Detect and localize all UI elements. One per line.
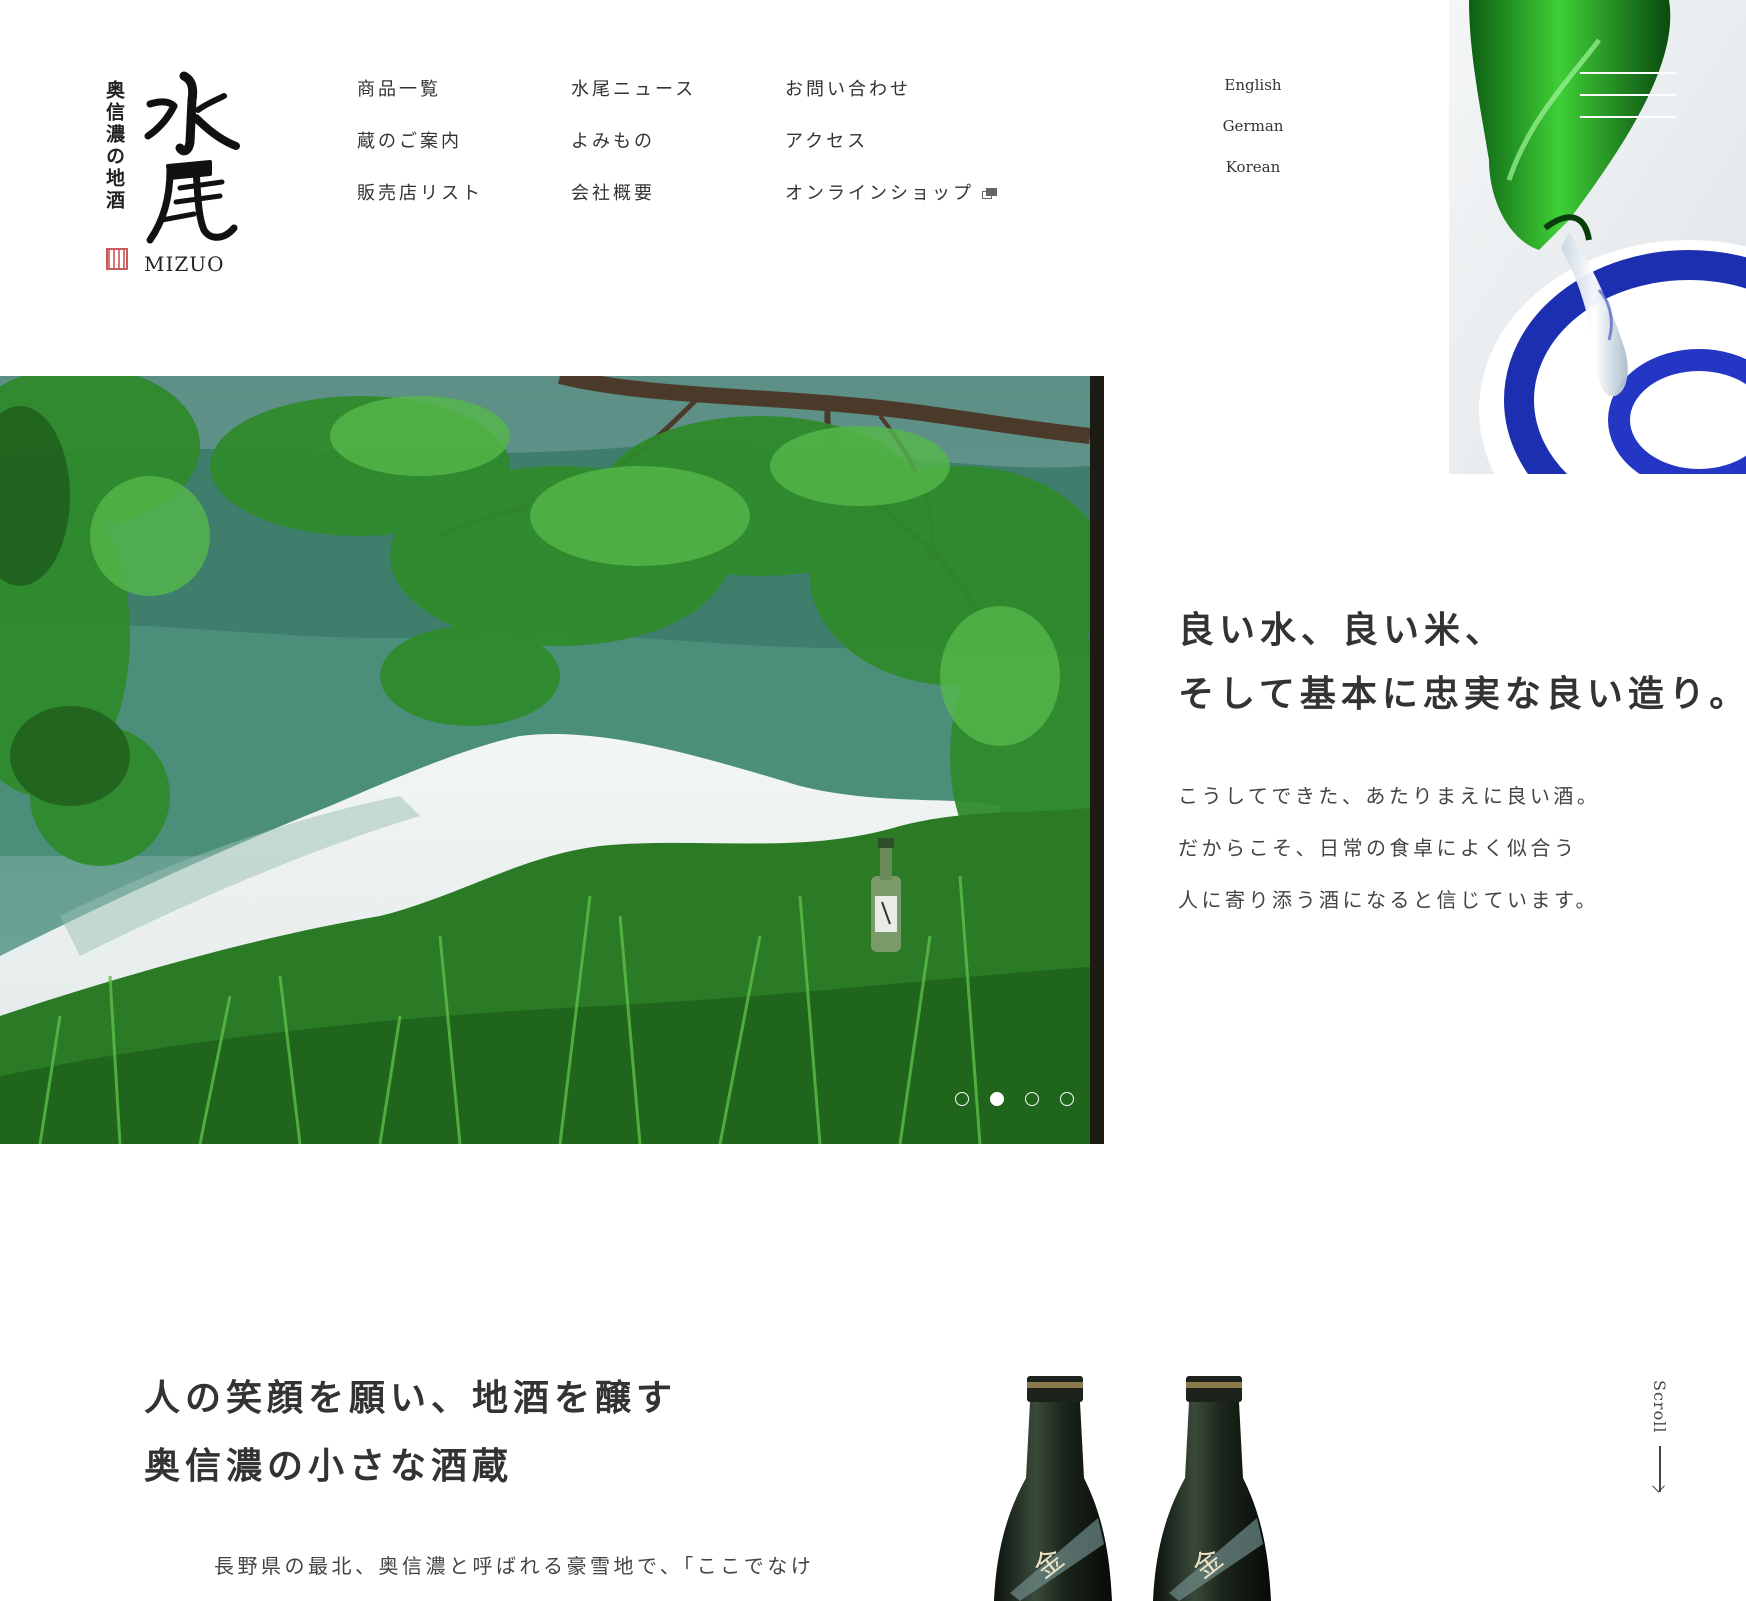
logo-tagline: 奥信濃の地酒 (103, 80, 125, 212)
about-body-1: 長野県の最北、奥信濃と呼ばれる豪雪地で、「ここでなけ (214, 1554, 815, 1578)
nav-access[interactable]: アクセス (785, 133, 868, 151)
hero-slideshow (0, 376, 1104, 1144)
hero-lake-photo (0, 376, 1104, 1144)
hamburger-menu-icon[interactable] (1580, 70, 1676, 120)
logo-wordmark: MIZUO (144, 252, 225, 276)
about-headline-2: 奥信濃の小さな酒蔵 (144, 1445, 514, 1487)
intro-body-3: 人に寄り添う酒になると信じています。 (1178, 888, 1599, 912)
intro-headline-1: 良い水、良い米、 (1178, 609, 1507, 651)
bottle-left: 金 (994, 1376, 1112, 1601)
logo-seal (106, 248, 128, 270)
nav-retailer-list[interactable]: 販売店リスト (357, 185, 483, 203)
intro-body-2: だからこそ、日常の食卓によく似合う (1178, 836, 1578, 860)
lang-english[interactable]: English (1193, 78, 1313, 93)
slide-dot-3[interactable] (1025, 1092, 1039, 1106)
nav-readings[interactable]: よみもの (571, 133, 655, 151)
logo-calligraphy-mark (144, 71, 240, 244)
bottle-right: 金 (1153, 1376, 1271, 1601)
lang-german[interactable]: German (1193, 119, 1313, 134)
sake-bottles-photo: 金 金 (980, 1368, 1290, 1601)
nav-news[interactable]: 水尾ニュース (571, 81, 696, 99)
scroll-indicator[interactable]: Scroll (1648, 1380, 1672, 1495)
lang-korean[interactable]: Korean (1193, 160, 1313, 175)
intro-headline-2: そして基本に忠実な良い造り。 (1178, 673, 1746, 715)
slide-dot-4[interactable] (1060, 1092, 1074, 1106)
about-headline-1: 人の笑顔を願い、地酒を醸す (144, 1377, 678, 1419)
slide-dot-1[interactable] (955, 1092, 969, 1106)
intro-body-1: こうしてできた、あたりまえに良い酒。 (1178, 784, 1601, 808)
scroll-label: Scroll (1650, 1380, 1669, 1434)
arrow-down-icon (1659, 1446, 1661, 1492)
nav-online-shop-label: オンラインショップ (785, 183, 974, 204)
slide-dot-2[interactable] (990, 1092, 1004, 1106)
nav-brewery-guide[interactable]: 蔵のご案内 (357, 133, 462, 151)
nav-online-shop[interactable]: オンラインショップ (785, 185, 997, 203)
site-logo[interactable]: 奥信濃の地酒 MIZUO (103, 70, 244, 280)
nav-company[interactable]: 会社概要 (571, 185, 655, 203)
nav-contact[interactable]: お問い合わせ (785, 81, 911, 99)
external-link-icon (982, 188, 997, 200)
nav-products[interactable]: 商品一覧 (357, 81, 441, 99)
